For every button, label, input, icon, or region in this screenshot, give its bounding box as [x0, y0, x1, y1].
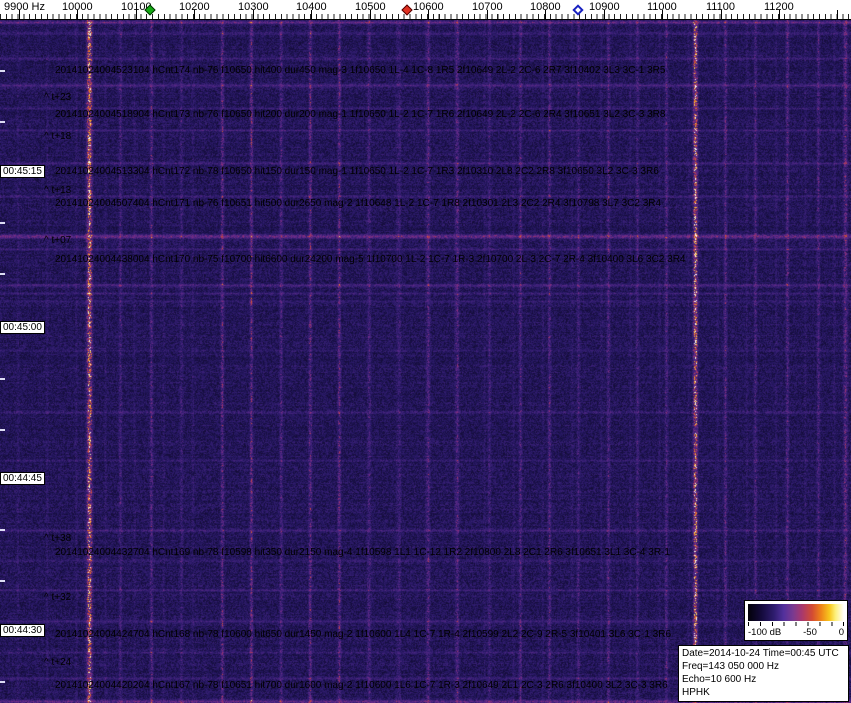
frequency-axis: 9900 Hz 10000 10100 10200 10300 10400 10500 106…	[0, 0, 851, 20]
time-axis-minor-tick	[0, 222, 5, 224]
axis-major-tick	[253, 10, 254, 19]
event-time-marker: ^ t+07	[44, 235, 72, 246]
axis-major-tick	[837, 10, 838, 19]
spectrogram-waterfall: 00:45:15 00:45:00 00:44:45 00:44:30 20141024…	[0, 20, 851, 703]
axis-major-tick	[194, 10, 195, 19]
info-frequency: Freq=143 050 000 Hz	[682, 661, 780, 672]
time-axis-minor-tick	[0, 273, 5, 275]
axis-major-tick	[545, 10, 546, 19]
event-time-marker: ^ t+38	[44, 533, 72, 544]
color-scale-legend: -100 dB -50 0	[744, 600, 848, 641]
event-log-line: 20141024004513304 hCnt172 nb-78 f10650 h…	[55, 166, 659, 177]
info-station-code: HPHK	[682, 687, 710, 698]
event-log-line: 20141024004507404 hCnt171 nb-76 f10651 h…	[55, 198, 662, 209]
event-log-line: 20141024004518904 hCnt173 nb-76 f10650 h…	[55, 109, 666, 120]
axis-major-tick	[311, 10, 312, 19]
event-log-line: 20141024004432704 hCnt169 nb-78 f10598 h…	[55, 547, 670, 558]
time-axis-label: 00:45:00	[0, 321, 45, 334]
time-axis-label: 00:44:30	[0, 624, 45, 637]
event-time-marker: ^ t+32	[44, 592, 72, 603]
time-axis-minor-tick	[0, 580, 5, 582]
time-axis-minor-tick	[0, 121, 5, 123]
axis-major-tick	[19, 10, 20, 19]
event-time-marker: ^ t+24	[44, 657, 72, 668]
time-axis-minor-tick	[0, 70, 5, 72]
event-log-line: 20141024004438004 hCnt170 nb-75 f10700 h…	[55, 254, 686, 265]
axis-major-tick	[77, 10, 78, 19]
axis-major-tick	[779, 10, 780, 19]
color-scale-gradient	[748, 604, 844, 621]
event-time-marker: ^ t+13	[44, 185, 72, 196]
info-box: Date=2014-10-24 Time=00:45 UTC Freq=143 …	[678, 645, 849, 702]
color-scale-labels: -100 dB -50 0	[748, 627, 844, 638]
info-echo-frequency: Echo=10 600 Hz	[682, 674, 757, 685]
color-scale-ticks	[748, 622, 844, 626]
axis-major-tick	[370, 10, 371, 19]
spectrogram-app: 9900 Hz 10000 10100 10200 10300 10400 10500 106…	[0, 0, 851, 703]
axis-major-tick	[136, 10, 137, 19]
legend-min-label: -100 dB	[748, 627, 782, 638]
event-log-line: 20141024004424704 hCnt168 nb-78 f10600 h…	[55, 629, 672, 640]
spectrogram-canvas	[0, 20, 851, 703]
event-log-line: 20141024004523104 hCnt174 nb-76 f10650 h…	[55, 65, 666, 76]
axis-minor-ticks	[0, 14, 851, 19]
info-date-time: Date=2014-10-24 Time=00:45 UTC	[682, 648, 839, 659]
legend-mid-label: -50	[803, 627, 817, 638]
time-axis-minor-tick	[0, 378, 5, 380]
time-axis-minor-tick	[0, 529, 5, 531]
axis-major-tick	[662, 10, 663, 19]
event-time-marker: ^ t+18	[44, 131, 72, 142]
time-axis-label: 00:44:45	[0, 472, 45, 485]
event-time-marker: ^ t+23	[44, 92, 72, 103]
axis-major-tick	[487, 10, 488, 19]
axis-major-tick	[428, 10, 429, 19]
time-axis-minor-tick	[0, 681, 5, 683]
time-axis-label: 00:45:15	[0, 165, 45, 178]
legend-max-label: 0	[838, 627, 844, 638]
axis-major-tick	[604, 10, 605, 19]
time-axis-minor-tick	[0, 429, 5, 431]
event-log-line: 20141024004420204 hCnt167 nb-78 f10651 h…	[55, 680, 668, 691]
axis-major-tick	[721, 10, 722, 19]
freq-axis-label: 9900 Hz	[4, 1, 45, 13]
